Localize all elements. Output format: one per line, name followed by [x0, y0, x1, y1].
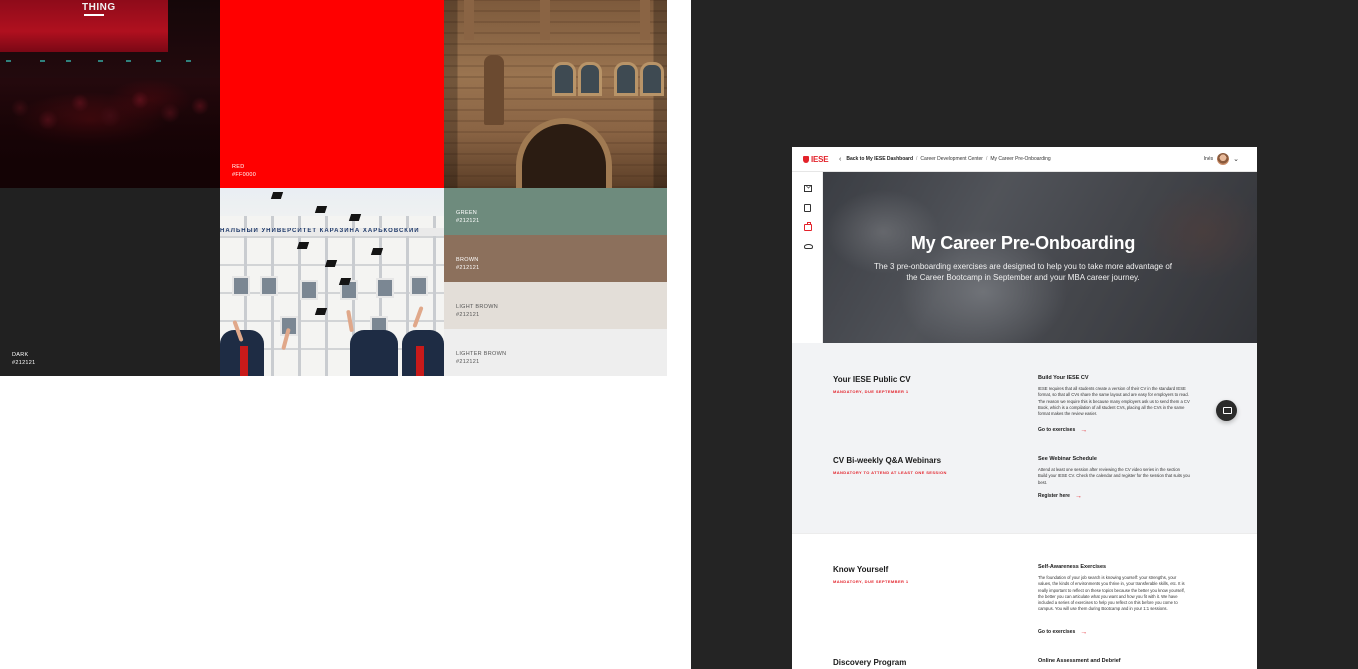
breadcrumb-career-center[interactable]: Career Development Center: [920, 156, 983, 162]
page-subtitle: The 3 pre-onboarding exercises are desig…: [874, 262, 1172, 282]
swatch-lighter-brown: LIGHTER BROWN #212121: [444, 329, 667, 376]
logo-text: IESE: [811, 155, 829, 164]
moodboard: THING RED #FF0000 DARK #212121 НАЛЬНЫЙ У…: [0, 0, 667, 376]
item-title: Know Yourself: [833, 565, 889, 574]
canvas: THING RED #FF0000 DARK #212121 НАЛЬНЫЙ У…: [0, 0, 1358, 669]
chat-button[interactable]: [1216, 400, 1237, 421]
concert-photo: THING: [0, 0, 220, 188]
user-name: Inés: [1203, 156, 1214, 162]
go-to-exercises-link[interactable]: Go to exercises →: [1038, 628, 1088, 636]
arrow-right-icon: →: [1074, 492, 1082, 500]
chevron-down-icon: ⌄: [1233, 155, 1239, 163]
briefcase-icon[interactable]: [804, 222, 812, 231]
graduation-cap-icon[interactable]: [804, 244, 813, 249]
swatch-light-brown: LIGHT BROWN #212121: [444, 282, 667, 329]
swatch-green: GREEN #212121: [444, 188, 667, 235]
building-sign: НАЛЬНЫЙ УНИВЕРСИТЕТ КАРАЗИНА ХАРЬКОВСКИЙ: [220, 228, 444, 236]
stage-lights: [0, 60, 220, 64]
avatar: [1217, 153, 1230, 165]
arrow-right-icon: →: [1080, 628, 1088, 636]
link-label: Go to exercises: [1038, 427, 1076, 433]
item-description: Attend at least one session after review…: [1038, 467, 1190, 485]
swatch-red-hex: #FF0000: [232, 172, 257, 178]
document-icon[interactable]: [804, 204, 811, 212]
breadcrumb-separator: /: [916, 156, 918, 162]
top-bar: IESE ‹ Back to My IESE Dashboard / Caree…: [792, 147, 1257, 172]
statue: [484, 55, 504, 125]
item-tag: MANDATORY, DUE SEPTEMBER 1: [833, 389, 909, 394]
breadcrumb: ‹ Back to My IESE Dashboard / Career Dev…: [839, 156, 1051, 163]
sidebar: [792, 172, 823, 343]
iese-logo[interactable]: IESE: [803, 155, 829, 164]
item-title: CV Bi-weekly Q&A Webinars: [833, 456, 942, 465]
swatch-light-brown-hex: #212121: [456, 312, 480, 318]
section-cv: Your IESE Public CV MANDATORY, DUE SEPTE…: [792, 343, 1257, 533]
swatch-brown: BROWN #212121: [444, 235, 667, 282]
item-description: The foundation of your job search is kno…: [1038, 575, 1185, 612]
link-label: Go to exercises: [1038, 629, 1076, 635]
register-here-link[interactable]: Register here →: [1038, 492, 1082, 500]
shield-icon: [803, 156, 809, 163]
item-title: Your IESE Public CV: [833, 375, 911, 384]
swatch-green-name: GREEN: [456, 210, 478, 216]
item-heading: Build Your IESE CV: [1038, 375, 1089, 381]
stage-screen-text: THING: [82, 2, 116, 13]
link-label: Register here: [1038, 493, 1070, 499]
item-heading: See Webinar Schedule: [1038, 456, 1097, 462]
go-to-exercises-link[interactable]: Go to exercises →: [1038, 426, 1088, 434]
mail-icon[interactable]: [804, 185, 812, 192]
page-title: My Career Pre-Onboarding: [910, 233, 1136, 253]
item-title: Discovery Program: [833, 658, 907, 667]
app-window: IESE ‹ Back to My IESE Dashboard / Caree…: [792, 147, 1257, 669]
arrow-right-icon: →: [1080, 426, 1088, 434]
swatch-lighter-brown-hex: #212121: [456, 359, 480, 365]
item-tag: MANDATORY, DUE SEPTEMBER 1: [833, 579, 909, 584]
breadcrumb-separator: /: [985, 156, 988, 162]
graduation-photo: НАЛЬНЫЙ УНИВЕРСИТЕТ КАРАЗИНА ХАРЬКОВСКИЙ: [220, 188, 444, 376]
breadcrumb-current-page: My Career Pre-Onboarding: [990, 156, 1051, 162]
swatch-dark-hex: #212121: [12, 360, 36, 366]
swatch-dark: DARK #212121: [0, 188, 220, 376]
breadcrumb-back-link[interactable]: Back to My IESE Dashboard: [846, 156, 913, 162]
chevron-left-icon[interactable]: ‹: [839, 156, 841, 163]
user-menu[interactable]: Inés ⌄: [1204, 153, 1239, 165]
swatch-green-hex: #212121: [456, 218, 480, 224]
swatch-lighter-brown-name: LIGHTER BROWN: [456, 351, 507, 357]
section-know-yourself: Know Yourself MANDATORY, DUE SEPTEMBER 1…: [792, 533, 1257, 669]
arch: [516, 118, 612, 188]
item-tag: MANDATORY TO ATTEND AT LEAST ONE SESSION: [833, 470, 947, 475]
item-heading: Online Assessment and Debrief: [1038, 658, 1121, 664]
swatch-brown-hex: #212121: [456, 265, 480, 271]
crowd: [0, 78, 220, 188]
swatch-red: RED #FF0000: [220, 0, 444, 188]
item-description: IESE requires that all students create a…: [1038, 386, 1190, 417]
stage-screen: THING: [0, 0, 168, 52]
hero-banner: My Career Pre-Onboarding The 3 pre-onboa…: [823, 172, 1257, 343]
swatch-red-name: RED: [232, 164, 245, 170]
swatch-brown-name: BROWN: [456, 257, 479, 263]
item-heading: Self-Awareness Exercises: [1038, 564, 1107, 570]
swatch-dark-name: DARK: [12, 352, 29, 358]
swatch-light-brown-name: LIGHT BROWN: [456, 304, 499, 310]
gothic-building-photo: [444, 0, 667, 188]
